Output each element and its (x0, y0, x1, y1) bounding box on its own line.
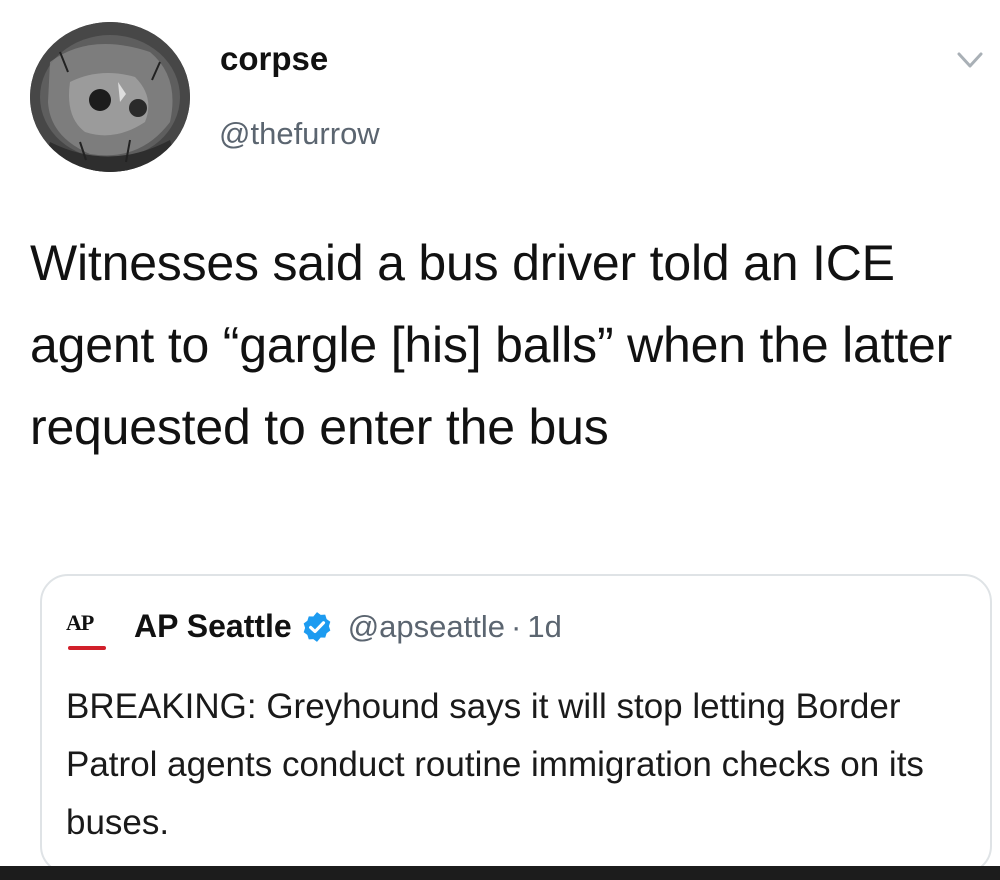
quoted-timestamp[interactable]: 1d (527, 609, 561, 645)
author-handle[interactable]: @thefurrow (219, 116, 380, 152)
ap-logo-underline (68, 646, 106, 650)
author-display-name[interactable]: corpse (220, 40, 328, 78)
quoted-tweet-card[interactable]: AP AP Seattle @apseattle · 1d BREAKING: … (40, 574, 992, 874)
verified-badge-icon (300, 610, 334, 644)
quoted-tweet-header: AP Seattle @apseattle · 1d (134, 608, 562, 645)
ap-logo-text: AP (66, 610, 94, 635)
avatar[interactable] (30, 22, 190, 172)
header-separator: · (511, 608, 522, 644)
quoted-handle[interactable]: @apseattle (348, 609, 505, 645)
quoted-tweet-text: BREAKING: Greyhound says it will stop le… (66, 687, 924, 842)
tweet-text: Witnesses said a bus driver told an ICE … (30, 235, 953, 455)
tweet-card: corpse @thefurrow Witnesses said a bus d… (0, 0, 1000, 874)
ap-logo: AP (66, 610, 112, 654)
bottom-border (0, 866, 1000, 880)
chevron-down-icon[interactable] (955, 48, 985, 72)
avatar-image (30, 22, 190, 172)
quoted-display-name[interactable]: AP Seattle (134, 608, 292, 645)
